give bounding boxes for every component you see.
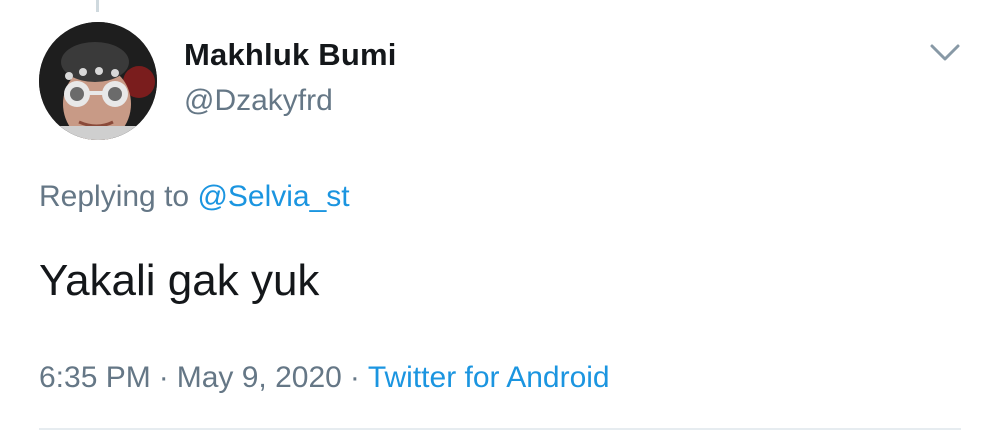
divider — [39, 428, 961, 430]
tweet-source-link[interactable]: Twitter for Android — [368, 361, 610, 394]
tweet-meta: 6:35 PM · May 9, 2020 · Twitter for Android — [39, 361, 610, 395]
author-handle[interactable]: @Dzakyfrd — [184, 84, 333, 118]
replying-to: Replying to @Selvia_st — [39, 180, 350, 214]
tweet-text: Yakali gak yuk — [39, 256, 320, 305]
meta-separator: · — [349, 361, 360, 394]
meta-separator: · — [158, 361, 169, 394]
replying-to-prefix: Replying to — [39, 180, 190, 213]
chevron-down-icon[interactable] — [928, 40, 962, 66]
replying-to-handle-link[interactable]: @Selvia_st — [197, 180, 349, 213]
author-display-name[interactable]: Makhluk Bumi — [184, 37, 397, 73]
thread-connector-line — [96, 0, 99, 12]
avatar[interactable] — [39, 22, 157, 140]
avatar-image — [39, 22, 157, 140]
tweet-date[interactable]: May 9, 2020 — [177, 361, 342, 394]
tweet-time[interactable]: 6:35 PM — [39, 361, 151, 394]
